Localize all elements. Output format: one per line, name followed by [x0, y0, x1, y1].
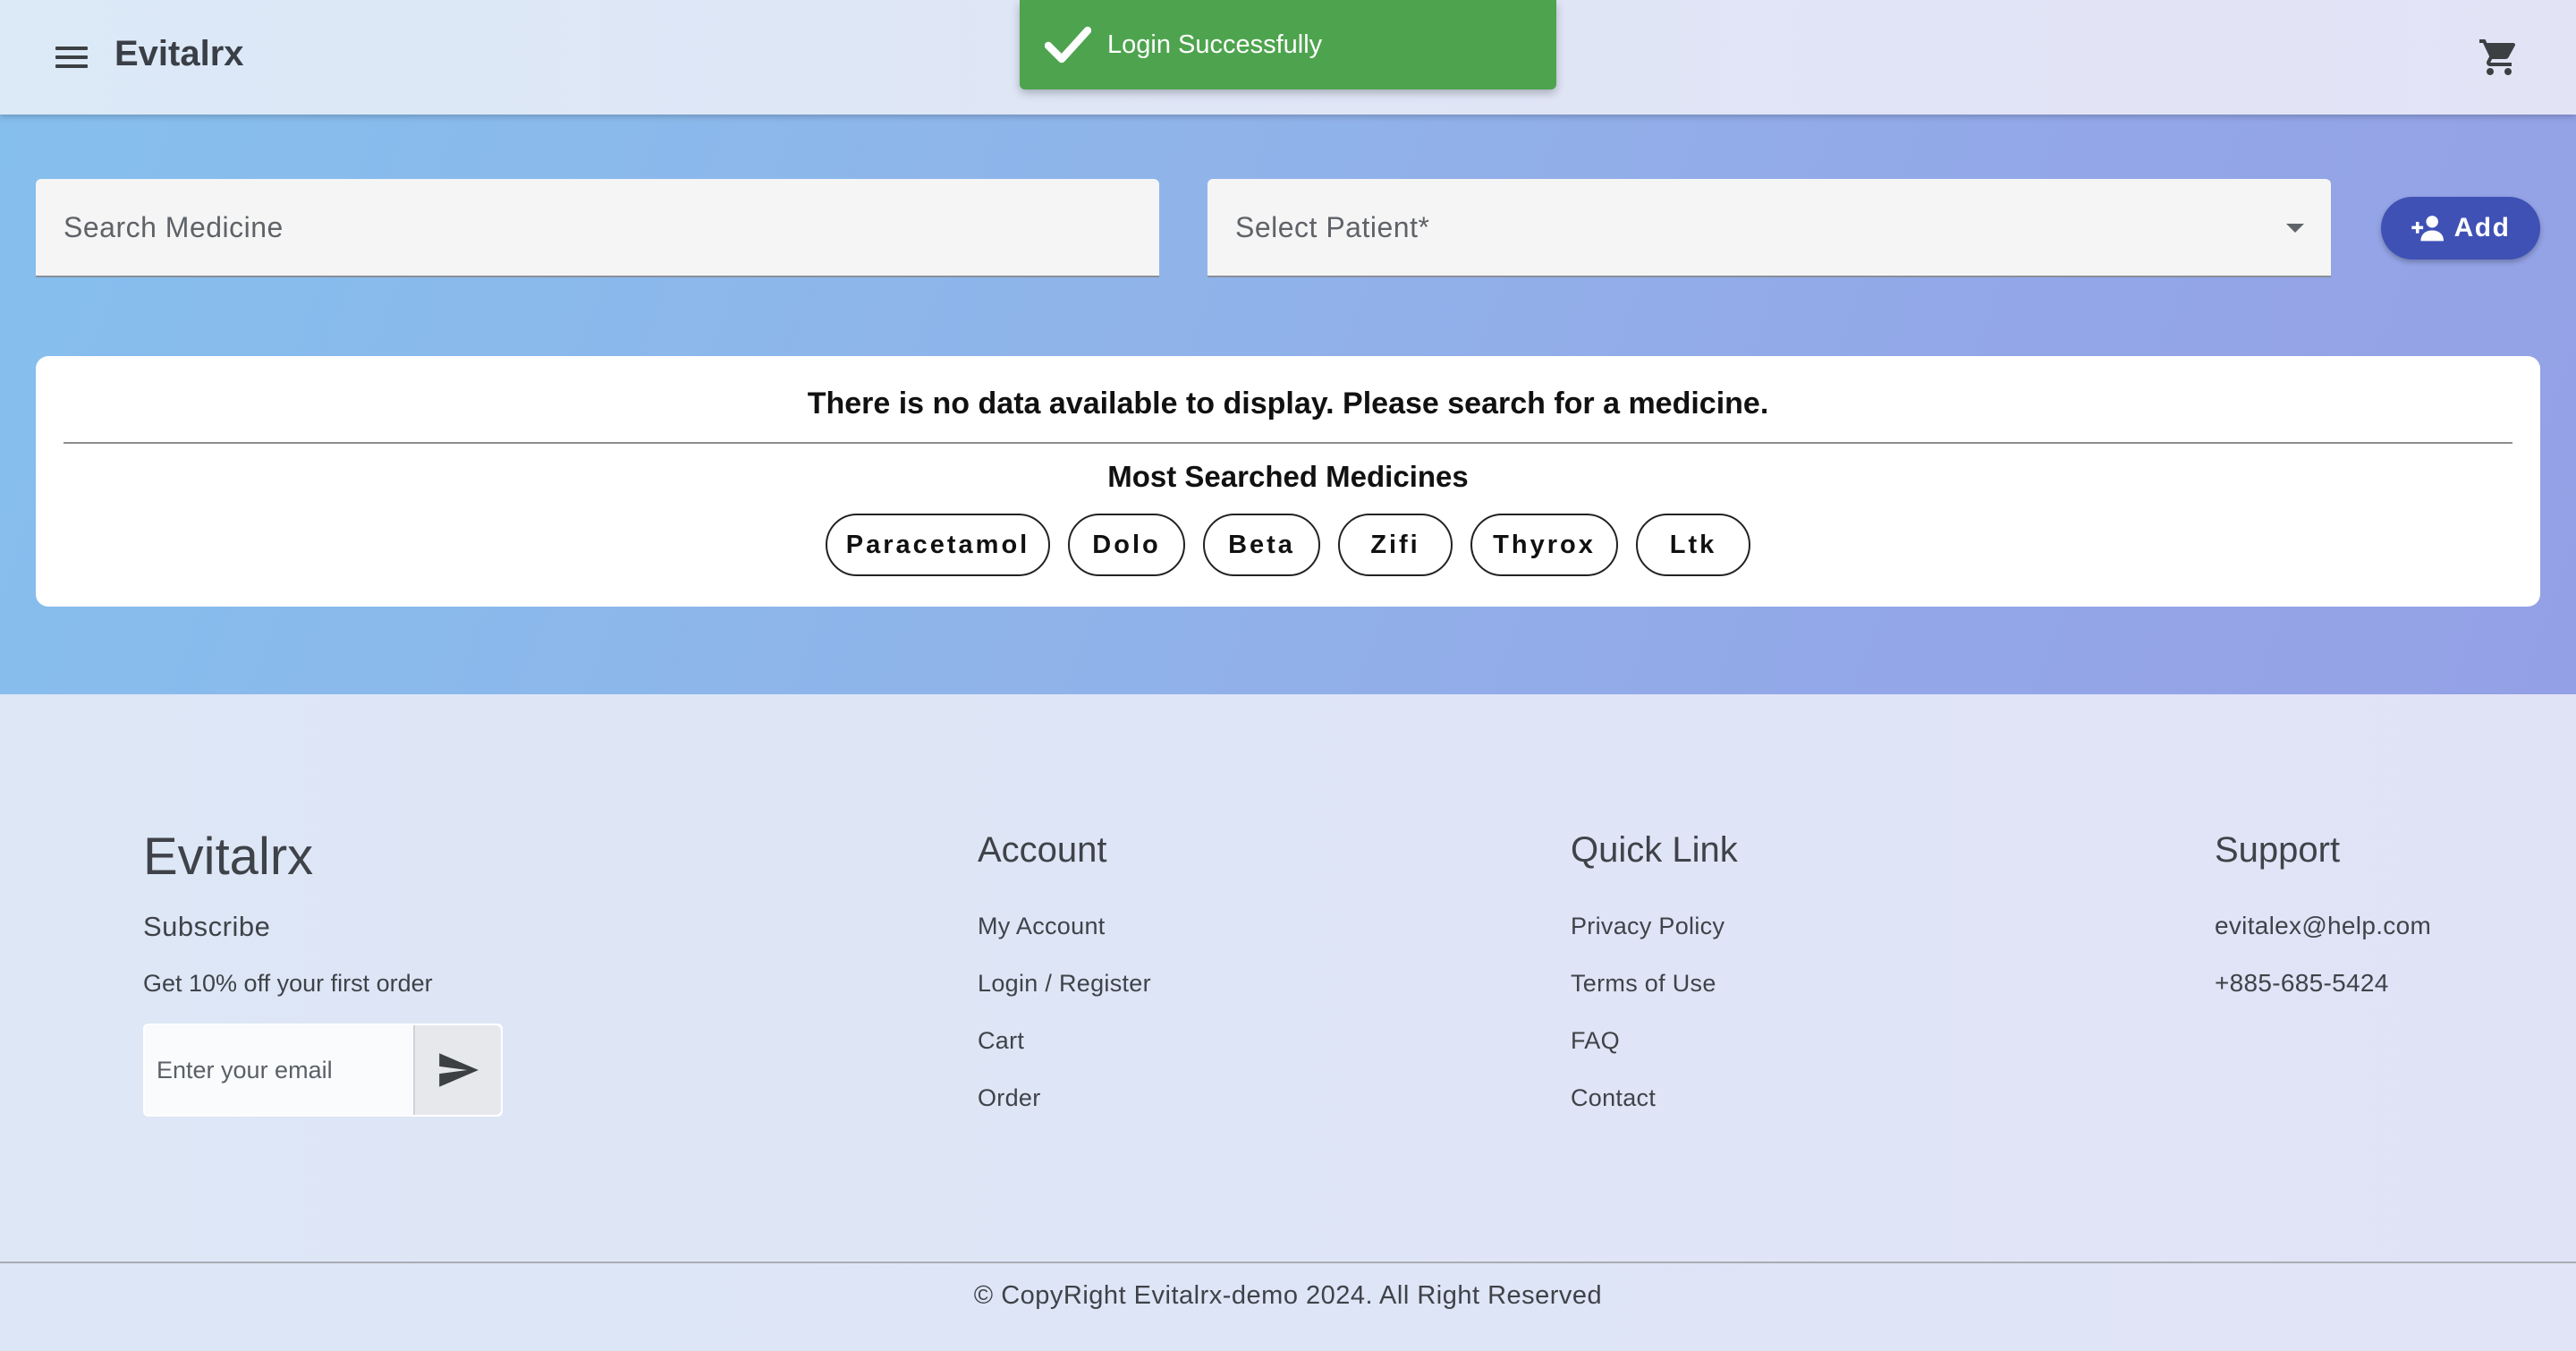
divider	[64, 442, 2512, 444]
subscribe-form	[143, 1024, 503, 1117]
quick-link-title: Quick Link	[1571, 830, 1738, 870]
support-title: Support	[2215, 830, 2341, 870]
search-medicine-input[interactable]	[36, 179, 1159, 276]
search-medicine-field[interactable]	[36, 179, 1159, 277]
chip-zifi[interactable]: Zifi	[1338, 514, 1453, 576]
toast-message: Login Successfully	[1107, 30, 1323, 59]
chip-paracetamol[interactable]: Paracetamol	[826, 514, 1050, 576]
send-button[interactable]	[413, 1025, 501, 1115]
chip-beta[interactable]: Beta	[1203, 514, 1320, 576]
subscribe-text: Get 10% off your first order	[143, 970, 433, 997]
link-login-register[interactable]: Login / Register	[978, 970, 1151, 998]
select-patient-label: Select Patient*	[1235, 211, 1430, 243]
person-add-icon	[2411, 216, 2444, 242]
link-cart[interactable]: Cart	[978, 1027, 1024, 1055]
login-success-toast: Login Successfully	[1020, 0, 1556, 89]
add-button-label: Add	[2453, 213, 2511, 242]
most-searched-title: Most Searched Medicines	[1107, 460, 1469, 493]
support-phone: +885-685-5424	[2215, 969, 2389, 997]
chip-thyrox[interactable]: Thyrox	[1470, 514, 1618, 576]
link-order[interactable]: Order	[978, 1084, 1041, 1112]
link-faq[interactable]: FAQ	[1571, 1027, 1620, 1055]
copyright-text: © CopyRight Evitalrx-demo 2024. All Righ…	[973, 1281, 1603, 1310]
select-patient-dropdown[interactable]: Select Patient*	[1208, 179, 2331, 277]
add-patient-button[interactable]: Add	[2381, 197, 2540, 259]
footer: Evitalrx Subscribe Get 10% off your firs…	[0, 694, 2576, 1264]
app-title: Evitalrx	[114, 34, 244, 73]
search-section: Select Patient* Add There is no data ava…	[0, 115, 2576, 694]
subscribe-title: Subscribe	[143, 911, 271, 942]
email-field[interactable]	[145, 1025, 413, 1115]
chip-ltk[interactable]: Ltk	[1636, 514, 1750, 576]
link-privacy-policy[interactable]: Privacy Policy	[1571, 913, 1724, 940]
account-title: Account	[978, 830, 1107, 870]
copyright-bar: © CopyRight Evitalrx-demo 2024. All Righ…	[0, 1262, 2576, 1351]
link-my-account[interactable]: My Account	[978, 913, 1106, 940]
chevron-down-icon[interactable]	[2286, 224, 2304, 233]
chip-dolo[interactable]: Dolo	[1068, 514, 1185, 576]
menu-icon[interactable]	[47, 36, 97, 79]
shopping-cart-icon[interactable]	[2478, 36, 2521, 79]
check-icon	[1045, 26, 1091, 64]
footer-brand: Evitalrx	[143, 828, 314, 886]
link-contact[interactable]: Contact	[1571, 1084, 1656, 1112]
support-email: evitalex@help.com	[2215, 912, 2432, 939]
send-icon	[439, 1053, 479, 1087]
link-terms-of-use[interactable]: Terms of Use	[1571, 970, 1716, 998]
no-data-message: There is no data available to display. P…	[807, 387, 1769, 421]
